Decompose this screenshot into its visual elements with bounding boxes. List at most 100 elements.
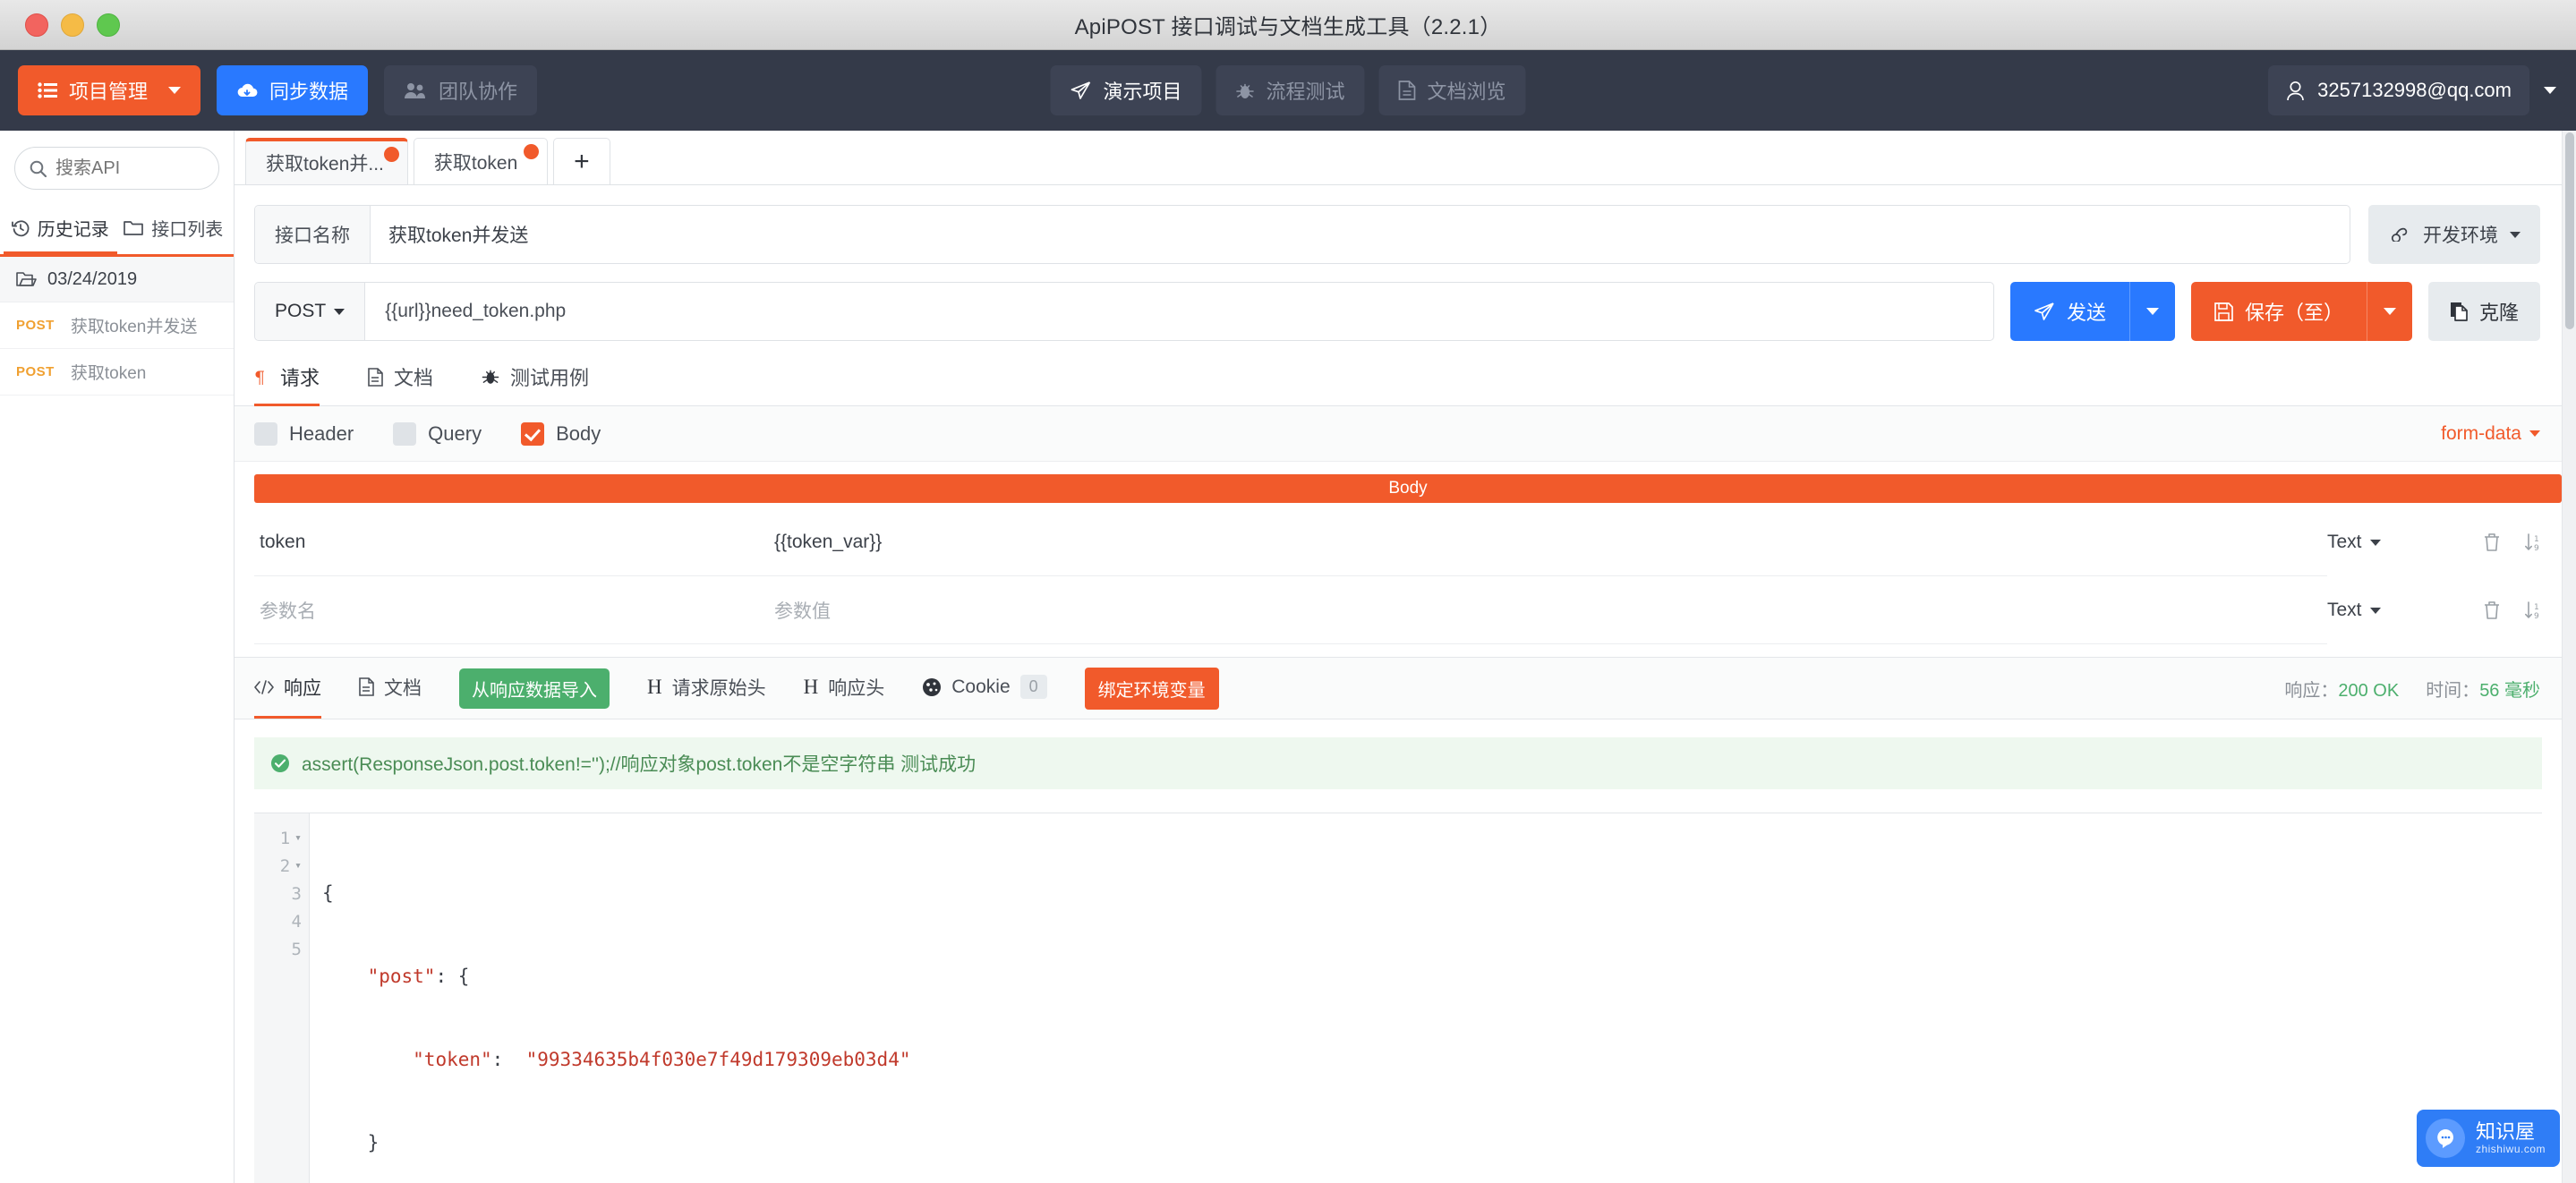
sort-icon[interactable]: 1 9 xyxy=(2524,600,2542,620)
checkbox-query-box[interactable] xyxy=(393,422,416,446)
checkbox-header[interactable]: Header xyxy=(254,422,354,446)
send-options-button[interactable] xyxy=(2129,282,2175,341)
header-h-icon: H xyxy=(647,676,662,699)
param-value-input[interactable]: 参数值 xyxy=(769,576,2327,644)
tab-raw-request-headers[interactable]: H 请求原始头 xyxy=(647,658,766,719)
url-field[interactable]: POST {{url}}need_token.php xyxy=(254,282,1994,341)
header-h-icon: H xyxy=(804,676,819,699)
request-tab-1[interactable]: 获取token xyxy=(414,138,548,184)
assertion-bar: assert(ResponseJson.post.token!='');//响应… xyxy=(254,737,2542,789)
chevron-down-icon xyxy=(2370,540,2381,546)
add-tab-button[interactable]: + xyxy=(553,138,610,184)
search-input[interactable] xyxy=(55,158,204,179)
save-button[interactable]: 保存（至） xyxy=(2191,282,2412,341)
response-headers-label: 响应头 xyxy=(828,674,884,701)
checkbox-query[interactable]: Query xyxy=(393,422,482,446)
document-icon xyxy=(359,677,374,696)
request-pane: 接口名称 获取token并发送 开发环境 POST xyxy=(235,184,2562,1183)
cloud-download-icon xyxy=(236,82,258,99)
bind-env-variable-button[interactable]: 绑定环境变量 xyxy=(1085,668,1219,710)
tab-response-headers[interactable]: H 响应头 xyxy=(804,658,885,719)
param-name-input[interactable]: token xyxy=(254,508,769,576)
unsaved-dot-icon xyxy=(524,144,539,159)
checkbox-body-label: Body xyxy=(556,422,601,446)
api-name-field[interactable]: 接口名称 获取token并发送 xyxy=(254,205,2350,264)
method-selector[interactable]: POST xyxy=(255,283,365,340)
delete-icon[interactable] xyxy=(2483,600,2501,620)
table-row: 参数名 参数值 Text 1 xyxy=(235,576,2562,644)
delete-icon[interactable] xyxy=(2483,532,2501,552)
vertical-scrollbar[interactable] xyxy=(2562,131,2576,1183)
chevron-down-icon xyxy=(168,87,181,94)
cookie-count-badge: 0 xyxy=(1020,675,1047,699)
content-area: 获取token并... 获取token + 接口名称 获取token并发送 xyxy=(235,131,2562,1183)
gutter-line: 5 xyxy=(254,935,309,963)
scrollbar-thumb[interactable] xyxy=(2565,132,2574,329)
list-item[interactable]: POST 获取token并发送 xyxy=(0,302,234,349)
fold-arrow-icon[interactable]: ▾ xyxy=(294,831,302,845)
tab-cookie[interactable]: Cookie 0 xyxy=(922,658,1046,719)
sort-icon[interactable]: 1 9 xyxy=(2524,532,2542,552)
paragraph-icon: ¶ xyxy=(254,368,269,386)
tab-demo-project[interactable]: 演示项目 xyxy=(1050,65,1201,115)
send-button[interactable]: 发送 xyxy=(2010,282,2175,341)
param-type-selector[interactable]: Text xyxy=(2327,532,2444,553)
send-button-main[interactable]: 发送 xyxy=(2010,282,2129,341)
environment-selector[interactable]: 开发环境 xyxy=(2368,205,2540,264)
tab-response[interactable]: 响应 xyxy=(254,658,321,719)
window-title: ApiPOST 接口调试与文档生成工具（2.2.1） xyxy=(0,9,2576,40)
method-badge: POST xyxy=(16,364,55,379)
checkbox-header-label: Header xyxy=(289,422,354,446)
raw-request-headers-label: 请求原始头 xyxy=(672,674,766,701)
response-status-value: 200 OK xyxy=(2338,681,2399,701)
line-number: 1 xyxy=(280,829,290,848)
api-name-field-value[interactable]: 获取token并发送 xyxy=(371,206,546,263)
response-status-label: 响应： xyxy=(2284,681,2338,701)
floating-help-widget[interactable]: 知识屋 zhishiwu.com xyxy=(2417,1110,2560,1167)
tab-test-case[interactable]: 测试用例 xyxy=(482,362,589,406)
app-toolbar: 项目管理 同步数据 团队协作 xyxy=(0,50,2576,131)
editor-gutter: 1 ▾ 2 ▾ 3 4 5 xyxy=(254,813,310,1183)
url-input[interactable]: {{url}}need_token.php xyxy=(365,283,585,340)
import-from-response-button[interactable]: 从响应数据导入 xyxy=(459,668,610,709)
user-account-button[interactable]: 3257132998@qq.com xyxy=(2268,65,2529,115)
tab-request[interactable]: ¶ 请求 xyxy=(254,362,320,406)
param-value-input[interactable]: {{token_var}} xyxy=(769,508,2327,576)
sidebar-tab-history[interactable]: 历史记录 xyxy=(4,204,117,254)
fold-arrow-icon[interactable]: ▾ xyxy=(294,859,302,872)
tab-doc-browse[interactable]: 文档浏览 xyxy=(1379,65,1526,115)
checkbox-body-box[interactable] xyxy=(521,422,544,446)
param-type-selector[interactable]: Text xyxy=(2327,600,2444,621)
tab-document[interactable]: 文档 xyxy=(368,362,433,406)
response-code-editor[interactable]: 1 ▾ 2 ▾ 3 4 5 xyxy=(254,813,2542,1183)
send-button-label: 发送 xyxy=(2067,297,2106,326)
checkbox-body[interactable]: Body xyxy=(521,422,601,446)
editor-code[interactable]: { "post": { "token": "99334635b4f030e7f4… xyxy=(310,813,2542,1183)
api-name-field-label: 接口名称 xyxy=(255,206,371,263)
copy-icon xyxy=(2450,302,2468,321)
param-name-input[interactable]: 参数名 xyxy=(254,576,769,644)
save-button-main[interactable]: 保存（至） xyxy=(2191,282,2367,341)
svg-text:9: 9 xyxy=(2534,612,2539,620)
sidebar-folder-row[interactable]: 03/24/2019 xyxy=(0,254,234,302)
sidebar-tab-api-list[interactable]: 接口列表 xyxy=(117,204,231,254)
save-options-button[interactable] xyxy=(2367,282,2412,341)
sync-data-button[interactable]: 同步数据 xyxy=(217,65,368,115)
tab-request-label: 请求 xyxy=(280,362,320,391)
tab-response-document[interactable]: 文档 xyxy=(359,658,422,719)
project-manage-button[interactable]: 项目管理 xyxy=(18,65,200,115)
chevron-down-icon xyxy=(2146,308,2159,315)
user-menu-chevron-down-icon[interactable] xyxy=(2544,87,2556,94)
request-tab-0[interactable]: 获取token并... xyxy=(245,138,408,184)
search-box[interactable] xyxy=(14,147,219,190)
team-collab-button[interactable]: 团队协作 xyxy=(384,65,537,115)
clone-button[interactable]: 克隆 xyxy=(2428,282,2540,341)
checkbox-header-box[interactable] xyxy=(254,422,277,446)
content-type-selector[interactable]: form-data xyxy=(2441,423,2540,445)
flow-test-label: 流程测试 xyxy=(1266,76,1344,105)
list-item[interactable]: POST 获取token xyxy=(0,349,234,396)
response-toolbar: 响应 文档 从响应数据导入 H 请求原始头 xyxy=(235,657,2562,719)
bug-icon xyxy=(482,368,499,386)
method-selector-label: POST xyxy=(275,301,326,322)
tab-flow-test[interactable]: 流程测试 xyxy=(1215,65,1364,115)
